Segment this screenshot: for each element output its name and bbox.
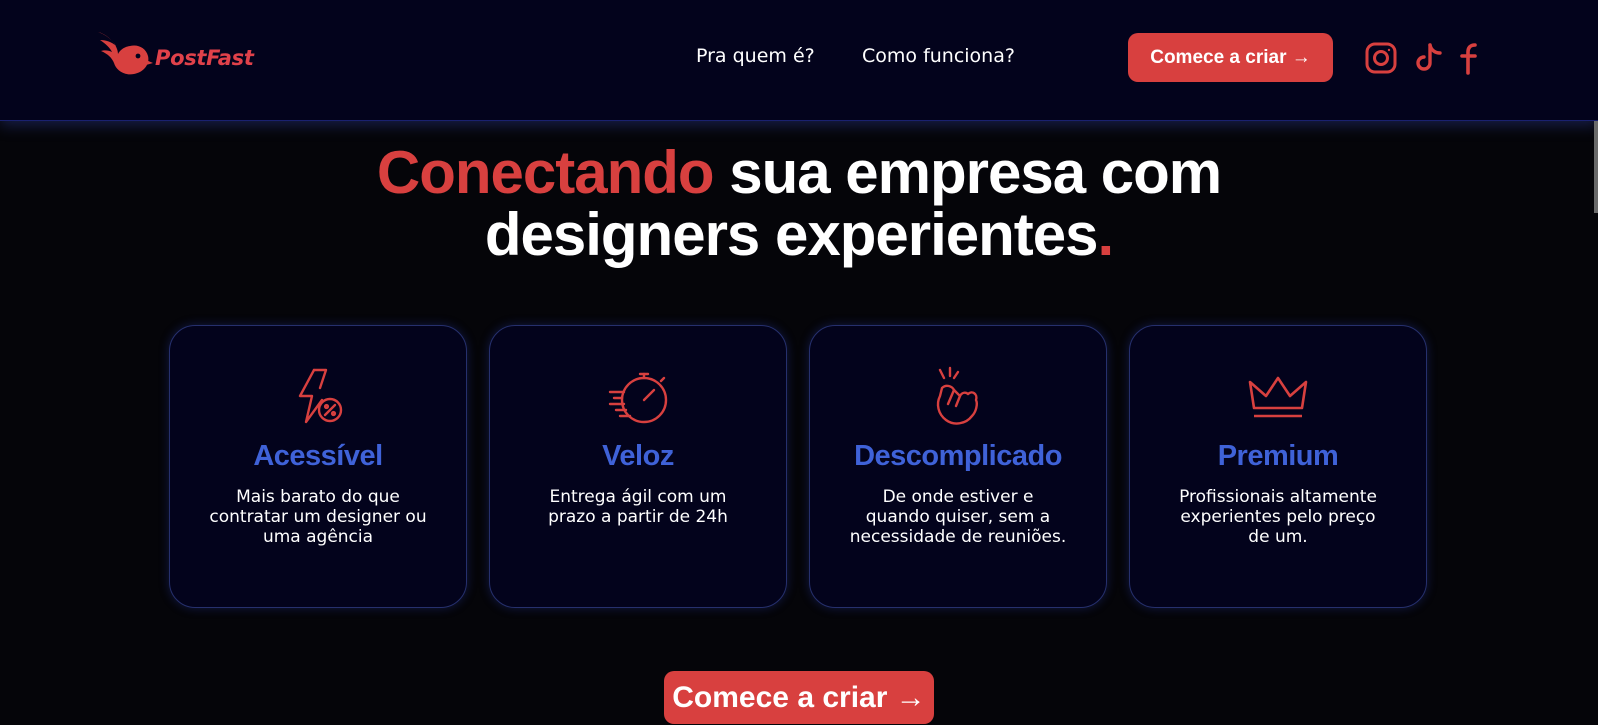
stopwatch-icon [606, 366, 670, 430]
site-header: PostFast Pra quem é? Como funciona? Come… [0, 0, 1598, 121]
nav-link-como-funciona[interactable]: Como funciona? [862, 45, 1015, 67]
hand-snap-icon [926, 366, 990, 430]
hero-line2: designers experientes [484, 201, 1099, 268]
feature-description: Entrega ágil com um prazo a partir de 24… [548, 487, 728, 527]
instagram-icon[interactable] [1364, 41, 1398, 75]
nav-link-pra-quem[interactable]: Pra quem é? [696, 45, 815, 67]
feature-card-descomplicado: Descomplicado De onde estiver e quando q… [809, 325, 1107, 608]
feature-description: De onde estiver e quando quiser, sem a n… [849, 487, 1067, 547]
feature-description: Profissionais altamente experientes pelo… [1179, 487, 1377, 547]
feature-title: Veloz [602, 440, 674, 472]
header-cta-button[interactable]: Comece a criar → [1128, 33, 1333, 82]
facebook-icon[interactable] [1455, 41, 1489, 75]
feature-title: Acessível [253, 440, 383, 472]
hero-line1-rest: sua empresa com [713, 139, 1222, 206]
feature-description: Mais barato do que contratar um designer… [209, 487, 427, 547]
hero-title: Conectando sua empresa com designers exp… [0, 142, 1598, 266]
tiktok-icon[interactable] [1411, 41, 1445, 75]
feature-cards: Acessível Mais barato do que contratar u… [169, 325, 1427, 608]
feature-title: Descomplicado [854, 440, 1062, 472]
logo-bird-icon [98, 32, 153, 75]
logo[interactable]: PostFast [96, 30, 254, 78]
hero-dot: . [1097, 201, 1114, 268]
logo-text: PostFast [155, 46, 254, 70]
main-cta-button[interactable]: Comece a criar → [664, 671, 934, 724]
hero-accent-word: Conectando [376, 139, 715, 206]
feature-card-veloz: Veloz Entrega ágil com um prazo a partir… [489, 325, 787, 608]
feature-title: Premium [1217, 440, 1339, 472]
feature-card-acessivel: Acessível Mais barato do que contratar u… [169, 325, 467, 608]
crown-icon [1246, 366, 1310, 430]
bolt-percent-icon [286, 366, 350, 430]
feature-card-premium: Premium Profissionais altamente experien… [1129, 325, 1427, 608]
